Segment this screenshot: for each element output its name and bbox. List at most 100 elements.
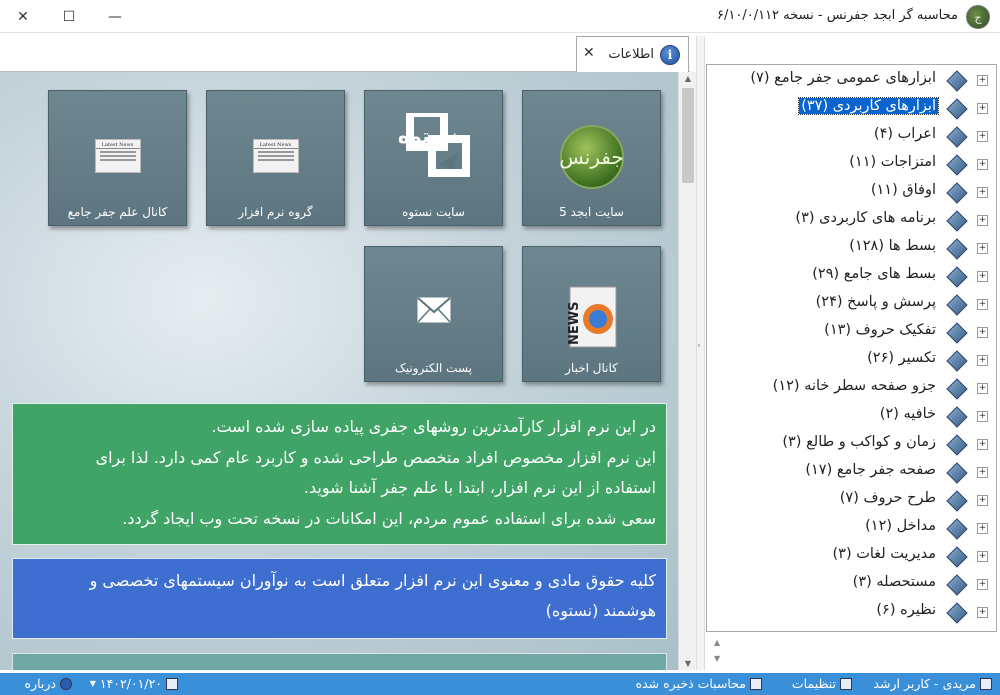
- tree-scroll-up-icon[interactable]: ▲: [714, 638, 720, 647]
- expand-icon[interactable]: +: [977, 243, 988, 254]
- tree-item[interactable]: + پرسش و پاسخ (۲۴): [705, 291, 996, 319]
- expand-icon[interactable]: +: [977, 523, 988, 534]
- tree-scroll-arrows: ▲ ▼: [706, 632, 997, 670]
- panel-splitter[interactable]: ›: [696, 36, 705, 670]
- diamond-icon: [946, 546, 968, 568]
- tree-item[interactable]: + اعراب (۴): [705, 123, 996, 151]
- tree-item-label: طرح حروف (۷): [839, 490, 936, 506]
- status-date[interactable]: ۱۴۰۲/۰۱/۲۰ ▼: [90, 676, 178, 691]
- tree-item[interactable]: + ابزارهای کاربردی (۳۷): [705, 95, 996, 123]
- tree-item[interactable]: + بسط های جامع (۲۹): [705, 263, 996, 291]
- tree-item-label: اوفاق (۱۱): [870, 182, 936, 198]
- expand-icon[interactable]: +: [977, 299, 988, 310]
- tile-label: کانال علم جفر جامع: [67, 205, 168, 219]
- tree-item-label: تفکیک حروف (۱۳): [824, 322, 936, 338]
- expand-icon[interactable]: +: [977, 551, 988, 562]
- tab-close-icon[interactable]: ✕: [583, 45, 595, 61]
- scrollbar-thumb[interactable]: [682, 88, 694, 183]
- status-saved-calculations[interactable]: محاسبات ذخیره شده: [636, 676, 762, 691]
- tile-nastooh-site[interactable]: نستوه سایت نستوه: [364, 90, 503, 226]
- tree-scroll-down-icon[interactable]: ▼: [714, 654, 720, 663]
- calendar-icon: [166, 677, 178, 690]
- info-box-blue: کلیه حقوق مادی و معنوی این نرم افزار متع…: [12, 558, 667, 639]
- expand-icon[interactable]: +: [977, 495, 988, 506]
- tree-item[interactable]: + تکسیر (۲۶): [705, 347, 996, 375]
- news-icon: NEWS: [567, 286, 616, 348]
- info-panel: جفرنس سایت ابجد 5 نستوه سایت نستوه Lates…: [0, 72, 678, 670]
- tree-item[interactable]: + طرح حروف (۷): [705, 487, 996, 515]
- status-settings[interactable]: تنظیمات: [792, 676, 852, 691]
- expand-icon[interactable]: +: [977, 215, 988, 226]
- expand-icon[interactable]: +: [977, 439, 988, 450]
- tree-item-label: اعراب (۴): [873, 126, 936, 142]
- tile-news-channel[interactable]: NEWS کانال اخبار: [522, 246, 661, 382]
- tree-item[interactable]: + تفکیک حروف (۱۳): [705, 319, 996, 347]
- tree-item[interactable]: + ابزارهای عمومی جفر جامع (۷): [705, 67, 996, 95]
- expand-icon[interactable]: +: [977, 131, 988, 142]
- info-line: سعی شده برای استفاده عموم مردم، این امکا…: [122, 508, 656, 528]
- scroll-down-icon[interactable]: ▼: [679, 659, 697, 668]
- tile-abjad-site[interactable]: جفرنس سایت ابجد 5: [522, 90, 661, 226]
- diamond-icon: [946, 294, 968, 316]
- tile-label: گروه نرم افزار: [238, 205, 313, 219]
- tree-item[interactable]: + امتزاجات (۱۱): [705, 151, 996, 179]
- tree-item[interactable]: + جزو صفحه سطر خانه (۱۲): [705, 375, 996, 403]
- diamond-icon: [946, 322, 968, 344]
- tree-item[interactable]: + نظیره (۶): [705, 599, 996, 627]
- tab-strip: i اطلاعات ✕: [0, 36, 690, 72]
- tab-info[interactable]: i اطلاعات ✕: [576, 36, 689, 72]
- diamond-icon: [946, 490, 968, 512]
- expand-icon[interactable]: +: [977, 271, 988, 282]
- expand-icon[interactable]: +: [977, 159, 988, 170]
- window-minimize-button[interactable]: —: [92, 0, 138, 33]
- tile-label: سایت ابجد 5: [559, 205, 624, 219]
- tree-item-label: ابزارهای عمومی جفر جامع (۷): [750, 70, 936, 86]
- tile-label: کانال اخبار: [565, 361, 618, 375]
- minimize-icon: —: [108, 8, 122, 25]
- tile-email[interactable]: پست الکترونیک: [364, 246, 503, 382]
- tree-item[interactable]: + مستحصله (۳): [705, 571, 996, 599]
- main-vertical-scrollbar[interactable]: ▲ ▼: [678, 72, 696, 670]
- category-tree: + ابزارهای عمومی جفر جامع (۷) + ابزارهای کا…: [706, 64, 997, 632]
- status-about[interactable]: درباره: [25, 676, 72, 691]
- diamond-icon: [946, 182, 968, 204]
- diamond-icon: [946, 518, 968, 540]
- tree-item-label: مدیریت لغات (۳): [832, 546, 936, 562]
- maximize-icon: ☐: [62, 8, 76, 25]
- expand-icon[interactable]: +: [977, 467, 988, 478]
- tree-item-label: تکسیر (۲۶): [867, 350, 936, 366]
- expand-icon[interactable]: +: [977, 75, 988, 86]
- expand-icon[interactable]: +: [977, 355, 988, 366]
- newspaper-icon: Latest News: [252, 139, 299, 173]
- expand-icon[interactable]: +: [977, 327, 988, 338]
- diamond-icon: [946, 98, 968, 120]
- tree-item[interactable]: + بسط ها (۱۲۸): [705, 235, 996, 263]
- tree-item[interactable]: + خافیه (۲): [705, 403, 996, 431]
- expand-icon[interactable]: +: [977, 103, 988, 114]
- tree-item[interactable]: + مداخل (۱۲): [705, 515, 996, 543]
- info-line: این نرم افزار مخصوص افراد متخصص طراحی شد…: [95, 447, 656, 467]
- newspaper-icon: Latest News: [94, 139, 141, 173]
- splitter-arrow-icon: ›: [697, 341, 701, 351]
- tree-item[interactable]: + مدیریت لغات (۳): [705, 543, 996, 571]
- info-line: هوشمند (نستوه): [545, 601, 656, 620]
- news-text: NEWS: [567, 302, 582, 345]
- tree-item[interactable]: + زمان و کواکب و طالع (۳): [705, 431, 996, 459]
- window-maximize-button[interactable]: ☐: [46, 0, 92, 33]
- expand-icon[interactable]: +: [977, 411, 988, 422]
- tile-label: سایت نستوه: [402, 205, 465, 219]
- tile-jafr-channel[interactable]: Latest News کانال علم جفر جامع: [48, 90, 187, 226]
- app-window: ✕ ☐ — محاسبه گر ابجد جفرنس - نسخه ۶/۱۰/۰…: [0, 0, 1000, 695]
- window-close-button[interactable]: ✕: [0, 0, 46, 33]
- scroll-up-icon[interactable]: ▲: [679, 74, 697, 83]
- status-user[interactable]: مریدی - کاربر ارشد: [873, 676, 992, 691]
- tree-item[interactable]: + اوفاق (۱۱): [705, 179, 996, 207]
- expand-icon[interactable]: +: [977, 607, 988, 618]
- diamond-icon: [946, 574, 968, 596]
- tile-software-group[interactable]: Latest News گروه نرم افزار: [206, 90, 345, 226]
- tree-item[interactable]: + صفحه جفر جامع (۱۷): [705, 459, 996, 487]
- tree-item[interactable]: + برنامه های کاربردی (۳): [705, 207, 996, 235]
- expand-icon[interactable]: +: [977, 383, 988, 394]
- expand-icon[interactable]: +: [977, 187, 988, 198]
- expand-icon[interactable]: +: [977, 579, 988, 590]
